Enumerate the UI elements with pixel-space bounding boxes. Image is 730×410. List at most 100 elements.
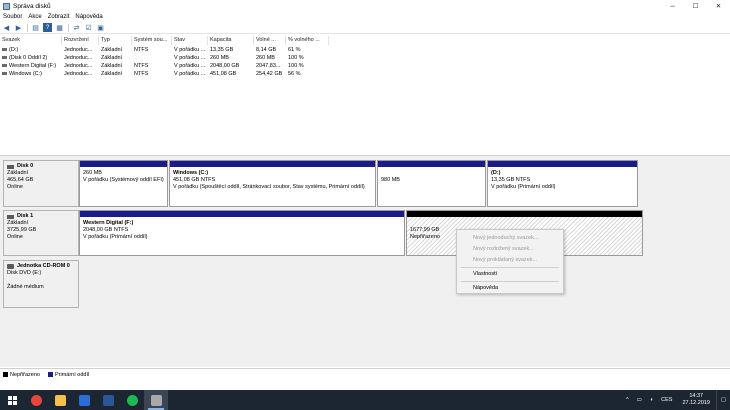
partition-d[interactable]: (D:) 13,35 GB NTFS V pořádku (Primární o… (487, 160, 638, 207)
tray-chevron-icon[interactable]: ^ (626, 397, 629, 403)
column-header-procento-volneho[interactable]: % volného ... (286, 36, 329, 45)
partition-bar (80, 161, 167, 167)
back-arrow-icon[interactable]: ◀ (2, 23, 11, 32)
menu-properties[interactable]: Vlastnosti (457, 269, 563, 279)
volume-list: Svazek Rozvržení Typ Systém sou... Stav … (0, 36, 730, 154)
cdrom-info[interactable]: Jednotka CD-ROM 0 Disk DVD (E:) Žádné mé… (3, 260, 79, 308)
close-button[interactable]: ✕ (707, 0, 730, 12)
disk-management-icon[interactable] (144, 390, 168, 410)
partition-western-digital-f[interactable]: Western Digital (F:) 2048,00 GB NTFS V p… (79, 210, 405, 256)
title-bar: Správa disků ─ ☐ ✕ (0, 0, 730, 12)
volume-icon[interactable]: ◖ (650, 397, 653, 403)
minimize-button[interactable]: ─ (661, 0, 684, 12)
table-cell: 100 % (288, 55, 304, 61)
disk-0-info[interactable]: Disk 0 Základní 465,64 GB Online (3, 160, 79, 207)
volume-icon (2, 72, 7, 76)
partition-status: V pořádku (Spouštěcí oddíl, Stránkovací … (173, 184, 365, 190)
partition-efi[interactable]: 260 MB V pořádku (Systémový oddíl EFI) (79, 160, 168, 207)
partition-size: 451,08 GB NTFS (173, 177, 216, 183)
disk-type: Disk DVD (E:) (7, 270, 42, 276)
menu-new-simple-volume[interactable]: Nový jednoduchý svazek... (457, 233, 563, 243)
partition-status: V pořádku (Primární oddíl) (491, 184, 556, 190)
disk-type: Základní (7, 220, 29, 226)
volume-icon (2, 56, 7, 60)
disk-1-info[interactable]: Disk 1 Základní 3725,99 GB Online (3, 210, 79, 256)
maximize-button[interactable]: ☐ (684, 0, 707, 12)
spotify-icon[interactable] (120, 390, 144, 410)
menu-soubor[interactable]: Soubor (3, 14, 22, 20)
column-header-rozvrzeni[interactable]: Rozvržení (62, 36, 99, 45)
file-explorer-icon[interactable] (48, 390, 72, 410)
clock[interactable]: 14:37 27.12.2019 (682, 393, 710, 407)
window-controls: ─ ☐ ✕ (661, 0, 730, 12)
volume-icon (2, 64, 7, 68)
help-icon[interactable]: ? (43, 23, 52, 32)
disk-status: Online (7, 234, 23, 240)
menu-separator (461, 281, 559, 282)
table-cell: 451,08 GB (210, 71, 237, 77)
partition-status: V pořádku (Primární oddíl) (83, 234, 148, 240)
chrome-icon[interactable] (24, 390, 48, 410)
table-cell: Windows (C:) (0, 70, 62, 78)
partition-bar (80, 211, 404, 217)
mail-icon[interactable] (72, 390, 96, 410)
column-header-stav[interactable]: Stav (172, 36, 208, 45)
table-cell: V pořádku ... (174, 63, 206, 69)
disk-name: Jednotka CD-ROM 0 (17, 263, 70, 269)
table-cell: V pořádku ... (174, 71, 206, 77)
properties-icon[interactable]: ▦ (55, 23, 64, 32)
column-header-typ[interactable]: Typ (99, 36, 132, 45)
word-icon[interactable] (96, 390, 120, 410)
menu-help[interactable]: Nápověda (457, 283, 563, 293)
language-indicator[interactable]: CES (661, 397, 672, 403)
table-cell: V pořádku ... (174, 55, 206, 61)
volume-list-header: Svazek Rozvržení Typ Systém sou... Stav … (0, 36, 730, 45)
table-row[interactable]: (Disk 0 Oddíl 2) Jednoduc... Základní V … (0, 54, 730, 62)
clock-time: 14:37 (689, 393, 704, 399)
taskbar: ^ ▭ ◖ CES 14:37 27.12.2019 ▢ (0, 390, 730, 410)
grid-icon[interactable]: ▣ (96, 23, 105, 32)
table-cell: Jednoduc... (64, 71, 93, 77)
refresh-icon[interactable]: ⇄ (72, 23, 81, 32)
disk-name: Disk 1 (17, 213, 34, 219)
list-view-icon[interactable]: ▤ (31, 23, 40, 32)
table-cell: 61 % (288, 47, 301, 53)
partition-size: 13,35 GB NTFS (491, 177, 531, 183)
partition-name: Windows (C:) (173, 170, 209, 176)
table-cell: Základní (101, 55, 123, 61)
disk-0-row: Disk 0 Základní 465,64 GB Online 260 MB … (3, 160, 640, 207)
partition-bar (170, 161, 375, 167)
network-icon[interactable]: ▭ (637, 397, 642, 403)
table-cell: NTFS (134, 47, 149, 53)
notifications-icon[interactable]: ▢ (716, 390, 730, 410)
table-cell: 254,42 GB (256, 71, 283, 77)
forward-arrow-icon[interactable]: ▶ (14, 23, 23, 32)
menu-napoveda[interactable]: Nápověda (75, 14, 102, 20)
table-row[interactable]: (D:) Jednoduc... Základní NTFS V pořádku… (0, 46, 730, 54)
partition-recovery[interactable]: 980 MB (377, 160, 486, 207)
legend-swatch-primary (47, 372, 53, 377)
menu-new-striped-volume[interactable]: Nový prokládaný svazek... (457, 255, 563, 265)
menu-new-spanned-volume[interactable]: Nový rozložený svazek... (457, 244, 563, 254)
disk-graphical-view: Disk 0 Základní 465,64 GB Online 260 MB … (0, 155, 730, 367)
partition-windows-c[interactable]: Windows (C:) 451,08 GB NTFS V pořádku (S… (169, 160, 376, 207)
check-icon[interactable]: ☑ (84, 23, 93, 32)
table-cell: V pořádku ... (174, 47, 206, 53)
legend-label-primary: Primární oddíl (54, 371, 90, 378)
disk-management-app-icon (3, 2, 10, 10)
column-header-volne[interactable]: Volné ... (254, 36, 286, 45)
table-cell (132, 54, 172, 62)
partition-bar (407, 211, 642, 217)
toolbar-separator (68, 23, 69, 32)
column-header-kapacita[interactable]: Kapacita (208, 36, 254, 45)
menu-zobrazit[interactable]: Zobrazit (48, 14, 70, 20)
menu-akce[interactable]: Akce (28, 14, 41, 20)
menu-bar: Soubor Akce Zobrazit Nápověda (0, 12, 109, 22)
start-button[interactable] (0, 390, 24, 410)
table-cell: Základní (101, 47, 123, 53)
disk-size: 3725,99 GB (7, 227, 37, 233)
column-header-svazek[interactable]: Svazek (0, 36, 62, 45)
table-row[interactable]: Windows (C:) Jednoduc... Základní NTFS V… (0, 70, 730, 78)
table-row[interactable]: Western Digital (F:) Jednoduc... Základn… (0, 62, 730, 70)
column-header-system-souboru[interactable]: Systém sou... (132, 36, 172, 45)
